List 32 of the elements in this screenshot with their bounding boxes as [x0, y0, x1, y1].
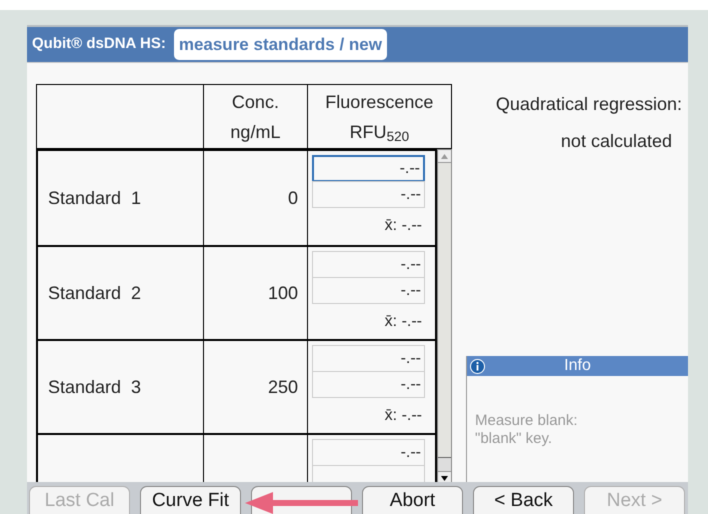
standard-name: Standard 2 [48, 282, 142, 304]
reading-field[interactable]: -.-- [312, 251, 425, 278]
concentration-value: 0 [288, 186, 298, 210]
back-button[interactable]: < Back [473, 486, 574, 514]
scrollbar[interactable] [437, 149, 452, 482]
column-header: Fluorescence RFU$_{520}$ [325, 90, 434, 146]
mean-value: x̄: -.-- [384, 216, 422, 236]
info-message: Measure blank: "blank" key. [474, 411, 579, 448]
scroll-thumb[interactable] [438, 163, 451, 458]
regression-label: Quadratical regression: [496, 93, 682, 116]
reading-field[interactable]: -.-- [312, 439, 425, 466]
app-title: Qubit® dsDNA HS: [32, 34, 166, 54]
curve-fit-button[interactable]: Curve Fit [140, 486, 241, 514]
concentration-value: 250 [268, 376, 298, 398]
scroll-down-icon[interactable] [438, 471, 451, 482]
standard-name: Standard 3 [48, 376, 142, 398]
reading-field[interactable]: -.-- [312, 277, 425, 304]
reading-field[interactable]: -.-- [312, 371, 425, 398]
column-header: Conc. ng/mL [230, 90, 280, 144]
abort-button[interactable]: Abort [362, 486, 463, 514]
mean-value: x̄: -.-- [384, 406, 422, 426]
info-title: Info [564, 356, 591, 376]
standard-name: Standard 1 [48, 186, 142, 210]
mean-value: x̄: -.-- [384, 312, 422, 332]
regression-value: not calculated [560, 130, 673, 153]
reading-field[interactable]: -.-- [312, 181, 425, 208]
mode-label: measure standards / new [174, 28, 387, 60]
concentration-value: 100 [268, 282, 298, 304]
reading-field[interactable]: -.-- [312, 155, 425, 182]
info-icon [470, 358, 485, 374]
scroll-up-icon[interactable] [438, 150, 451, 163]
reading-field[interactable]: -.-- [312, 345, 425, 372]
